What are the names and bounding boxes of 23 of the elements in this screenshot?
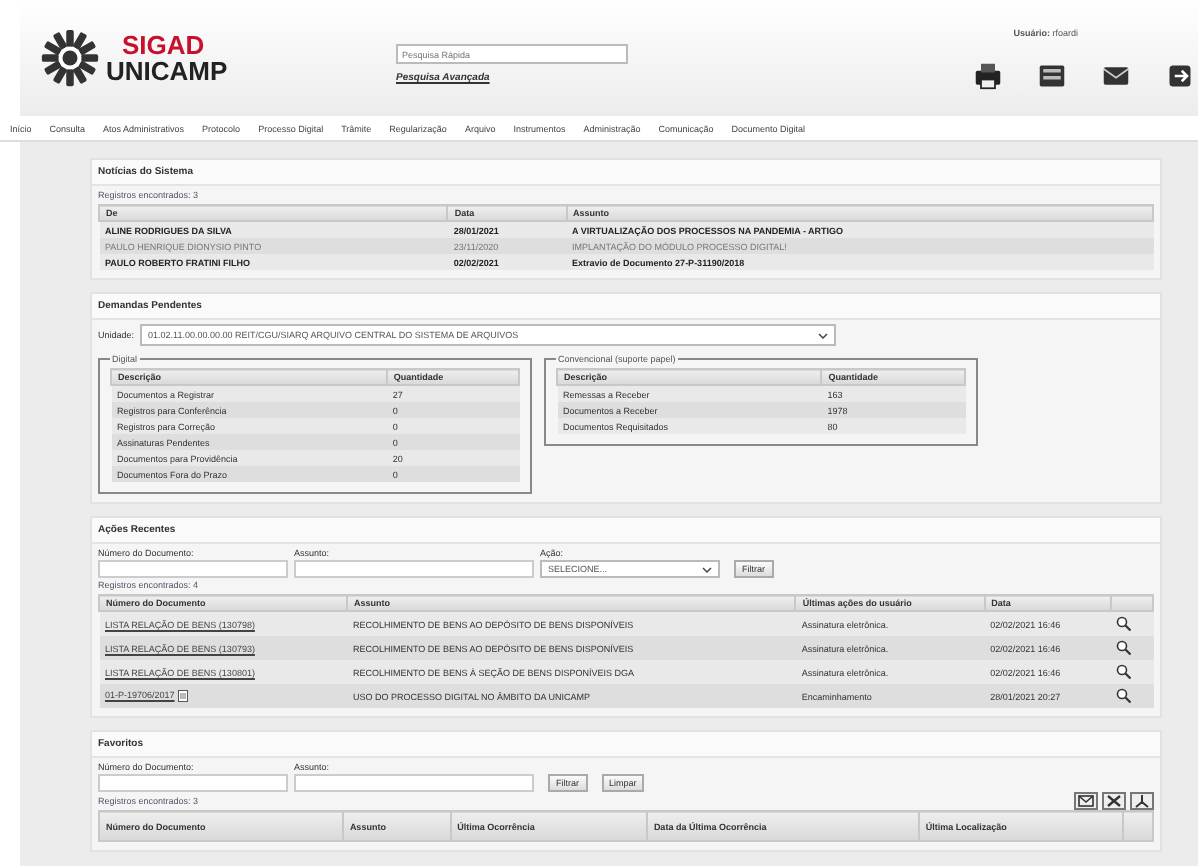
document-icon[interactable] bbox=[178, 690, 189, 702]
column-header bbox=[1110, 595, 1153, 611]
emblem-logo-icon bbox=[40, 28, 100, 88]
input-field[interactable] bbox=[294, 774, 534, 792]
document-icon[interactable] bbox=[1038, 62, 1066, 90]
column-header bbox=[1122, 811, 1153, 841]
spreadsheet-export-icon[interactable] bbox=[1102, 792, 1126, 810]
logo-title: SIGAD bbox=[122, 33, 205, 57]
caret-icon bbox=[818, 331, 829, 339]
search-icon[interactable] bbox=[1116, 616, 1133, 632]
pdf-export-icon[interactable] bbox=[1130, 792, 1154, 810]
logo-subtitle: UNICAMP bbox=[106, 57, 228, 83]
mail-icon[interactable] bbox=[1102, 62, 1130, 90]
input-field[interactable] bbox=[294, 560, 534, 578]
mail-export-icon[interactable] bbox=[1074, 792, 1098, 810]
search-icon[interactable] bbox=[1116, 664, 1133, 680]
search-icon[interactable] bbox=[1116, 688, 1133, 704]
printer-icon[interactable] bbox=[974, 62, 1002, 90]
caret-icon bbox=[702, 565, 712, 573]
input-field[interactable] bbox=[98, 774, 288, 792]
input-field[interactable] bbox=[98, 560, 288, 578]
search-icon[interactable] bbox=[1116, 640, 1133, 656]
logout-icon[interactable] bbox=[1166, 62, 1194, 90]
